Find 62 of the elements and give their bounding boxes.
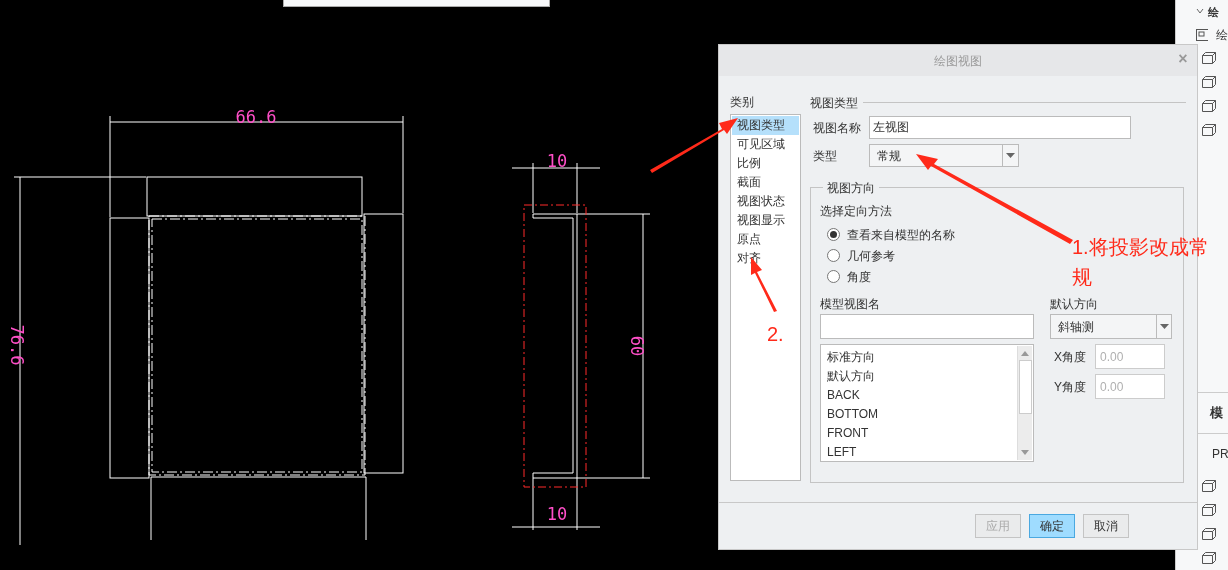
scrollbar[interactable] xyxy=(1017,346,1032,460)
radio-button[interactable] xyxy=(827,249,840,262)
default-direction-label: 默认方向 xyxy=(1050,296,1099,312)
category-item[interactable]: 视图类型 xyxy=(732,116,799,135)
part-icon xyxy=(1202,480,1216,492)
angle-label: X角度 xyxy=(1054,348,1087,366)
list-item[interactable]: 默认方向 xyxy=(827,367,1016,386)
section-heading: 模 xyxy=(1210,404,1223,423)
group-title: 视图方向 xyxy=(823,179,879,197)
field-label: 类型 xyxy=(813,147,838,165)
dropdown-caret-icon xyxy=(1159,324,1169,329)
category-item[interactable]: 视图显示 xyxy=(732,211,799,230)
annotation-text: 2. xyxy=(767,322,784,346)
part-icon xyxy=(1202,528,1216,540)
category-item[interactable]: 比例 xyxy=(732,154,799,173)
dialog-button[interactable]: 取消 xyxy=(1083,514,1129,538)
category-label: 类别 xyxy=(730,94,755,111)
dimension-label: 60 xyxy=(627,335,647,357)
part-icon xyxy=(1202,100,1216,112)
part-icon xyxy=(1202,76,1216,88)
list-item[interactable]: BOTTOM xyxy=(827,405,1016,424)
model-item[interactable]: PR xyxy=(1212,445,1228,463)
view-name-field[interactable]: 左视图 xyxy=(869,116,1131,139)
list-item[interactable]: BACK xyxy=(827,386,1016,405)
radio-button[interactable] xyxy=(827,228,840,241)
radio-label: 查看来自模型的名称 xyxy=(847,226,955,244)
drawing-icon xyxy=(1196,29,1208,41)
list-item[interactable]: 标准方向 xyxy=(827,348,1016,367)
section-title: 视图类型 xyxy=(810,94,858,112)
scroll-up-icon[interactable] xyxy=(1021,351,1029,356)
type-dropdown[interactable]: 常规 xyxy=(869,144,1019,167)
method-label: 选择定向方法 xyxy=(820,203,893,220)
category-item[interactable]: 原点 xyxy=(732,230,799,249)
dropdown-caret-icon xyxy=(1006,153,1015,158)
annotation-text: 1.将投影改成常规 xyxy=(1072,235,1210,290)
model-view-label: 模型视图名 xyxy=(820,296,881,312)
radio-label: 几何参考 xyxy=(847,247,895,265)
angle-label: Y角度 xyxy=(1054,378,1087,396)
dialog-button[interactable]: 确定 xyxy=(1029,514,1075,538)
panel-heading: 绘 xyxy=(1208,4,1219,20)
scroll-down-icon[interactable] xyxy=(1021,450,1029,455)
radio-label: 角度 xyxy=(847,268,871,286)
category-item[interactable]: 视图状态 xyxy=(732,192,799,211)
part-icon xyxy=(1202,552,1216,564)
part-icon xyxy=(1202,124,1216,136)
list-item[interactable]: FRONT xyxy=(827,424,1016,443)
default-direction-dropdown[interactable]: 斜轴测 xyxy=(1050,314,1172,339)
part-icon xyxy=(1202,52,1216,64)
category-item[interactable]: 截面 xyxy=(732,173,799,192)
tree-item[interactable]: 绘 xyxy=(1216,26,1228,44)
expand-icon[interactable] xyxy=(1196,8,1204,16)
model-view-field[interactable] xyxy=(820,314,1034,339)
category-item[interactable]: 可见区域 xyxy=(732,135,799,154)
dialog-title: 绘图视图 xyxy=(934,52,982,70)
field-label: 视图名称 xyxy=(813,119,862,137)
list-item[interactable]: LEFT xyxy=(827,443,1016,462)
dimension-label: 10 xyxy=(546,504,568,524)
dimension-label: 66.6 xyxy=(235,107,277,127)
dimension-label: 10 xyxy=(546,151,568,171)
dimension-label: 76.6 xyxy=(7,324,27,366)
part-icon xyxy=(1202,504,1216,516)
radio-button[interactable] xyxy=(827,270,840,283)
